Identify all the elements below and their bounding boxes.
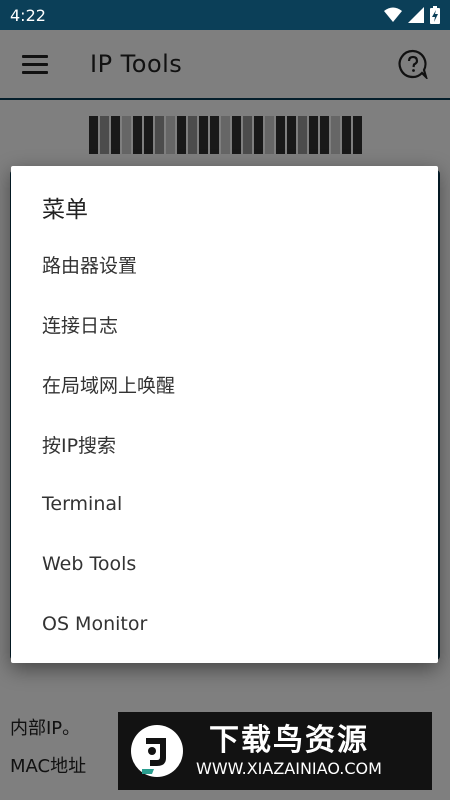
battery-charging-icon — [430, 6, 440, 24]
menu-item-web-tools[interactable]: Web Tools — [11, 534, 438, 594]
menu-item-terminal[interactable]: Terminal — [11, 474, 438, 534]
status-bar: 4:22 — [0, 0, 450, 30]
dialog-title: 菜单 — [42, 197, 88, 223]
menu-item-connection-log[interactable]: 连接日志 — [11, 294, 438, 354]
menu-list: 路由器设置 连接日志 在局域网上唤醒 按IP搜索 Terminal Web To… — [11, 234, 438, 654]
status-icons — [384, 6, 440, 24]
watermark-banner: 下载鸟资源 WWW.XIAZAINIAO.COM — [118, 712, 432, 790]
menu-dialog: 菜单 路由器设置 连接日志 在局域网上唤醒 按IP搜索 Terminal Web… — [11, 166, 438, 663]
bird-logo-icon — [131, 725, 183, 777]
wifi-icon — [384, 7, 402, 22]
signal-icon — [408, 7, 424, 23]
status-time: 4:22 — [10, 5, 46, 25]
menu-item-os-monitor[interactable]: OS Monitor — [11, 594, 438, 654]
watermark-url: WWW.XIAZAINIAO.COM — [196, 759, 382, 778]
menu-item-wake-on-lan[interactable]: 在局域网上唤醒 — [11, 354, 438, 414]
watermark-brand: 下载鸟资源 — [208, 723, 369, 758]
menu-item-router-settings[interactable]: 路由器设置 — [11, 234, 438, 294]
watermark-text: 下载鸟资源 WWW.XIAZAINIAO.COM — [196, 723, 382, 779]
menu-item-search-by-ip[interactable]: 按IP搜索 — [11, 414, 438, 474]
